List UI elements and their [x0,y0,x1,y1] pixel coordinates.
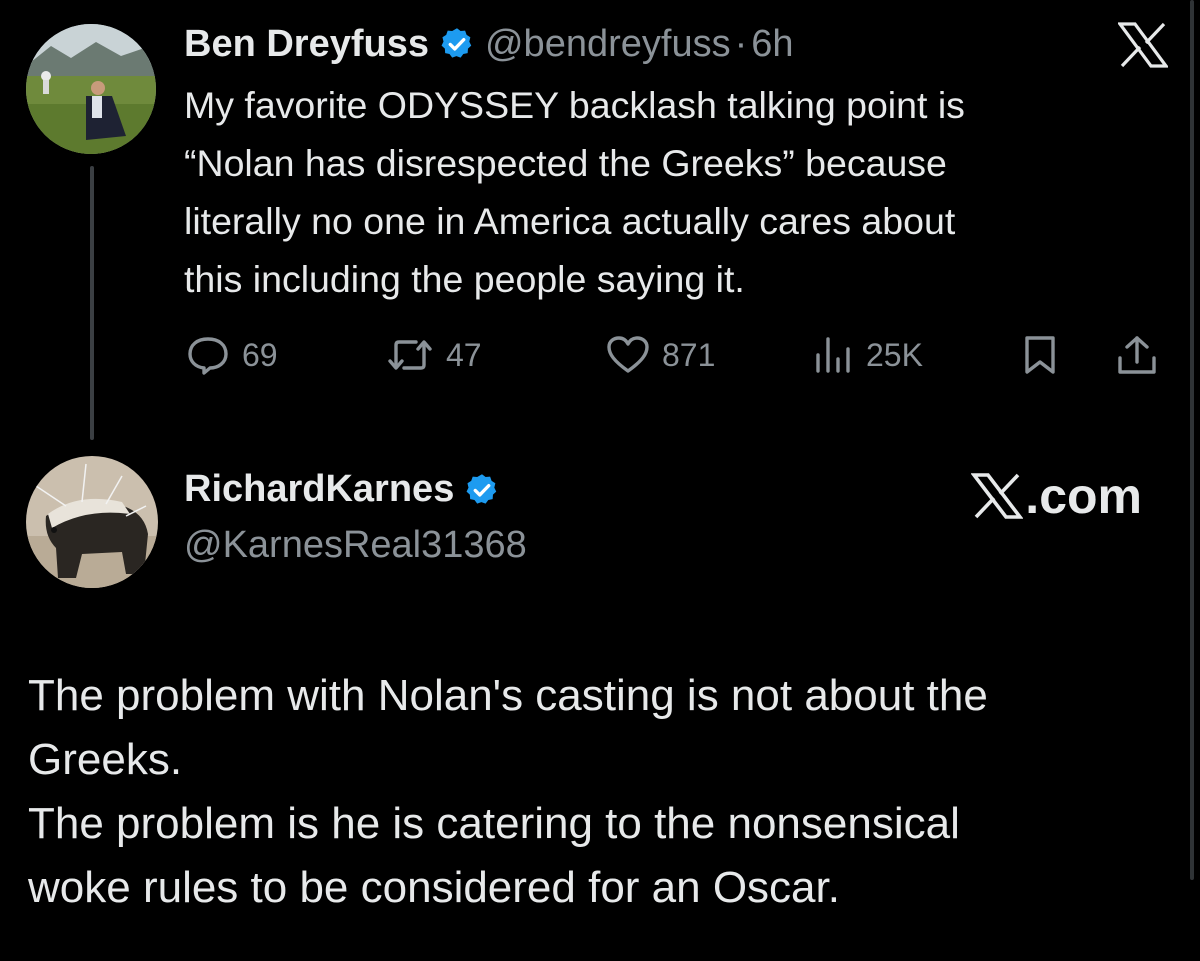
x-logo-icon [1116,22,1170,72]
scrollbar[interactable] [1190,0,1194,880]
views-button[interactable]: 25K [812,332,923,378]
tweet2-header: RichardKarnes [184,468,500,511]
tweet1-text-line: this including the people saying it. [184,258,745,300]
bookmark-button[interactable] [1022,332,1058,378]
like-button[interactable]: 871 [606,332,715,378]
avatar-richard-karnes[interactable] [26,456,158,588]
tweet1-handle[interactable]: @bendreyfuss [485,23,731,66]
share-button[interactable] [1116,332,1158,378]
tweet1-text-line: “Nolan has disrespected the Greeks” beca… [184,142,947,184]
analytics-icon [816,337,850,373]
tweet1-separator: · [734,22,748,65]
tweet1-text: My favorite ODYSSEY backlash talking poi… [184,76,1144,308]
reply-button[interactable]: 69 [186,332,278,378]
tweet1-header: Ben Dreyfuss @bendreyfuss · 6h [184,18,794,70]
thread-connector-line [90,166,94,440]
tweet2-text-line: woke rules to be considered for an Oscar… [28,863,840,912]
tweet2-text: The problem with Nolan's casting is not … [28,664,1168,920]
tweet1-text-line: literally no one in America actually car… [184,200,956,242]
tweet2-handle[interactable]: @KarnesReal31368 [184,524,527,567]
avatar-photo [26,456,158,588]
brand-domain-suffix: .com [1025,468,1142,524]
avatar-photo [26,24,156,154]
retweet-button[interactable]: 47 [386,332,482,378]
avatar-ben-dreyfuss[interactable] [26,24,156,154]
tweet1-author-name[interactable]: Ben Dreyfuss [184,23,429,66]
retweet-count: 47 [446,336,482,373]
tweet1-timestamp[interactable]: 6h [751,23,793,66]
share-icon [1118,336,1156,374]
bookmark-icon [1025,336,1055,374]
tweet2-author-name[interactable]: RichardKarnes [184,468,454,511]
x-com-brand: .com [971,466,1142,526]
reply-icon [188,337,228,375]
verified-badge-icon[interactable] [464,472,500,508]
tweet1-text-line: My favorite ODYSSEY backlash talking poi… [184,84,965,126]
tweet2-text-line: The problem is he is catering to the non… [28,799,960,848]
views-count: 25K [866,336,923,373]
retweet-icon [388,340,432,370]
verified-badge-icon[interactable] [439,26,475,62]
like-count: 871 [662,336,716,373]
tweet2-text-line: The problem with Nolan's casting is not … [28,671,988,720]
tweet2-text-line: Greeks. [28,735,183,784]
reply-count: 69 [242,336,278,373]
x-logo-icon [971,473,1024,519]
heart-icon [607,336,649,373]
